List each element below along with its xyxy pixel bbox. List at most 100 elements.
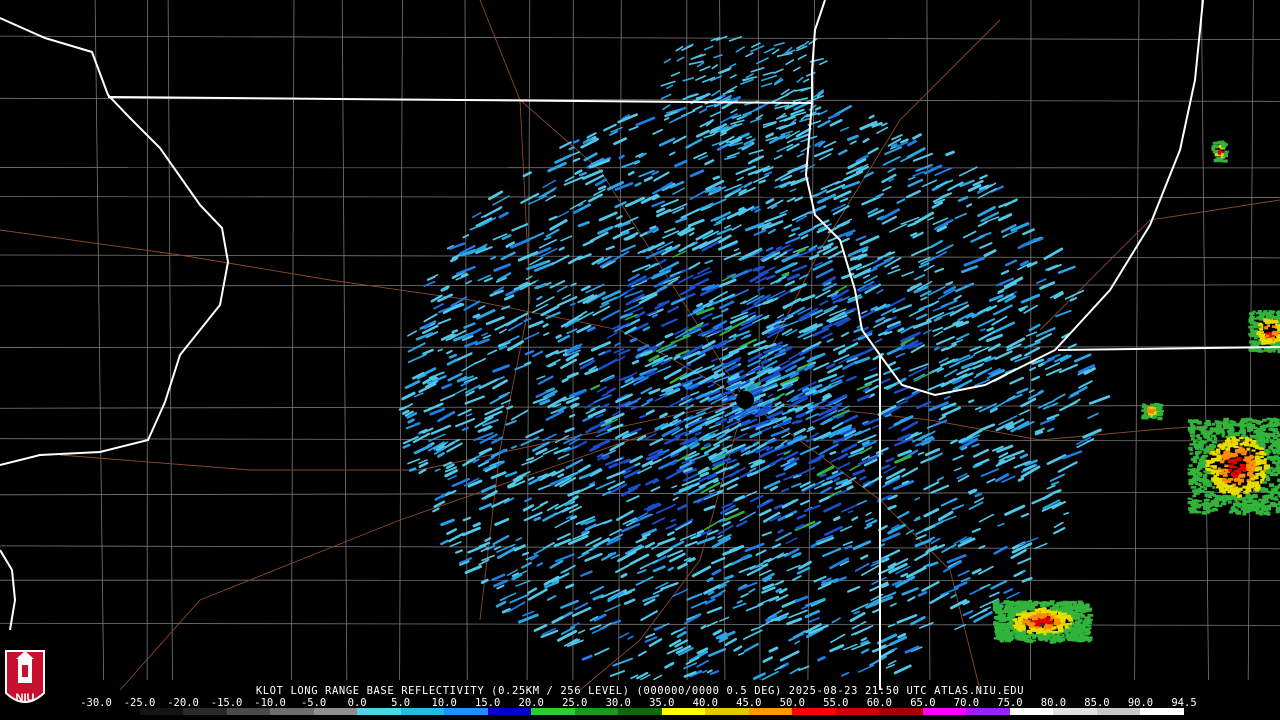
echo-streak bbox=[480, 578, 489, 585]
radar-site bbox=[736, 391, 754, 409]
storm-pixel bbox=[1039, 634, 1044, 637]
storm-pixel bbox=[1187, 468, 1193, 471]
storm-pixel bbox=[1261, 428, 1267, 431]
echo-streak bbox=[696, 302, 703, 308]
storm-pixel bbox=[1208, 443, 1215, 448]
storm-pixel bbox=[1241, 434, 1245, 437]
storm-pixel bbox=[1268, 428, 1274, 431]
colorscale-swatch bbox=[270, 708, 314, 715]
storm-pixel bbox=[1078, 632, 1083, 636]
storm-pixel bbox=[1221, 431, 1226, 435]
storm-pixel bbox=[994, 625, 999, 629]
storm-pixel bbox=[1242, 459, 1249, 462]
echo-streak bbox=[940, 347, 948, 352]
storm-pixel bbox=[1141, 414, 1147, 418]
storm-pixel bbox=[1187, 497, 1193, 500]
storm-pixel bbox=[1267, 455, 1273, 459]
storm-pixel bbox=[1211, 508, 1215, 512]
echo-streak bbox=[712, 175, 720, 181]
storm-pixel bbox=[1196, 500, 1202, 503]
storm-pixel bbox=[1237, 481, 1242, 486]
storm-pixel bbox=[1253, 475, 1258, 479]
storm-pixel bbox=[1251, 424, 1256, 428]
storm-pixel bbox=[1261, 437, 1266, 441]
storm-pixel bbox=[1079, 612, 1083, 617]
storm-pixel bbox=[1208, 447, 1215, 450]
storm-pixel bbox=[1264, 449, 1269, 453]
storm-pixel bbox=[1155, 407, 1162, 412]
storm-pixel bbox=[1228, 468, 1233, 472]
storm-pixel bbox=[1016, 613, 1021, 616]
storm-pixel bbox=[1203, 476, 1207, 480]
storm-pixel bbox=[1158, 412, 1164, 416]
storm-pixel bbox=[1200, 463, 1206, 467]
storm-pixel bbox=[1226, 437, 1231, 441]
echo-streak bbox=[451, 329, 459, 334]
storm-pixel bbox=[1211, 145, 1216, 149]
colorscale-swatch bbox=[748, 708, 793, 715]
storm-pixel bbox=[1193, 492, 1200, 495]
storm-pixel bbox=[1234, 432, 1240, 437]
storm-pixel bbox=[1251, 439, 1257, 444]
storm-pixel bbox=[1205, 463, 1210, 468]
storm-pixel bbox=[1207, 437, 1213, 442]
storm-pixel bbox=[1061, 620, 1066, 624]
storm-pixel bbox=[1035, 622, 1041, 627]
storm-pixel bbox=[1249, 312, 1255, 316]
echo-streak bbox=[408, 467, 417, 472]
storm-pixel bbox=[1024, 612, 1029, 616]
storm-pixel bbox=[1268, 483, 1275, 488]
colorscale-swatch bbox=[1009, 708, 1054, 715]
storm-pixel bbox=[1265, 334, 1270, 338]
storm-pixel bbox=[1221, 454, 1225, 457]
storm-pixel bbox=[1224, 420, 1229, 424]
storm-pixel bbox=[1006, 600, 1010, 603]
storm-pixel bbox=[1082, 624, 1089, 627]
storm-pixel bbox=[1228, 500, 1232, 504]
storm-pixel bbox=[1012, 601, 1017, 605]
storm-pixel bbox=[1258, 334, 1264, 338]
storm-pixel bbox=[1224, 498, 1228, 502]
storm-pixel bbox=[997, 630, 1002, 633]
echo-streak bbox=[624, 590, 632, 596]
storm-pixel bbox=[1041, 601, 1047, 604]
storm-pixel bbox=[1075, 620, 1080, 624]
echo-streak bbox=[832, 516, 841, 522]
storm-pixel bbox=[1223, 451, 1228, 454]
storm-pixel bbox=[1274, 421, 1280, 425]
storm-pixel bbox=[1262, 310, 1267, 315]
storm-pixel bbox=[994, 616, 998, 619]
storm-pixel bbox=[1086, 631, 1092, 634]
storm-pixel bbox=[1215, 141, 1219, 145]
storm-pixel bbox=[1009, 609, 1014, 614]
storm-pixel bbox=[1197, 440, 1201, 443]
storm-pixel bbox=[1233, 502, 1238, 507]
storm-pixel bbox=[1189, 422, 1194, 425]
storm-pixel bbox=[1253, 329, 1257, 334]
storm-pixel bbox=[1254, 336, 1258, 340]
storm-pixel bbox=[1233, 445, 1239, 449]
storm-pixel bbox=[1213, 474, 1218, 479]
storm-pixel bbox=[993, 636, 999, 640]
storm-pixel bbox=[1191, 443, 1198, 446]
storm-pixel bbox=[1217, 421, 1223, 425]
storm-pixel bbox=[1199, 440, 1205, 444]
echo-streak bbox=[846, 485, 854, 491]
storm-pixel bbox=[1273, 417, 1277, 420]
storm-pixel bbox=[1239, 473, 1246, 478]
storm-pixel bbox=[1156, 403, 1160, 407]
storm-pixel bbox=[1057, 638, 1064, 642]
colorscale-swatch bbox=[1140, 708, 1184, 715]
storm-pixel bbox=[1016, 603, 1021, 607]
storm-pixel bbox=[1217, 151, 1222, 155]
storm-pixel bbox=[1187, 501, 1192, 504]
storm-pixel bbox=[1080, 629, 1084, 633]
storm-pixel bbox=[1202, 433, 1208, 438]
storm-pixel bbox=[1046, 628, 1051, 632]
storm-pixel bbox=[1142, 403, 1146, 406]
storm-pixel bbox=[1068, 624, 1073, 629]
storm-pixel bbox=[1200, 426, 1206, 430]
storm-pixel bbox=[1205, 459, 1210, 462]
echo-streak bbox=[533, 516, 542, 522]
storm-pixel bbox=[1003, 637, 1009, 640]
